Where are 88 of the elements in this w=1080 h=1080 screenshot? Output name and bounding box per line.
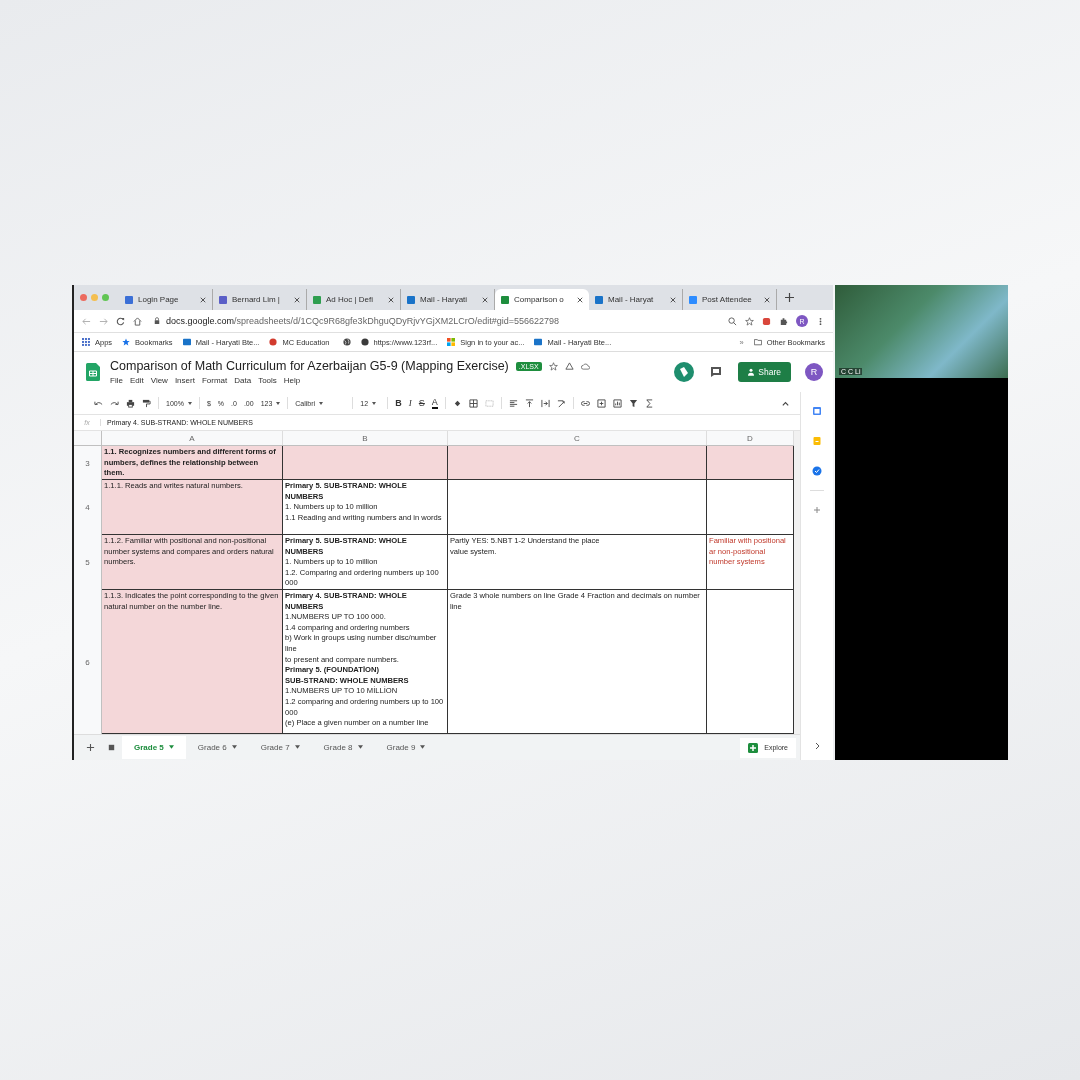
globe-icon[interactable]: [342, 338, 351, 346]
text-color-button[interactable]: A: [431, 397, 438, 409]
borders-icon[interactable]: [468, 398, 478, 408]
column-header[interactable]: B: [283, 431, 448, 445]
align-icon[interactable]: [508, 398, 518, 408]
row-header[interactable]: 5: [74, 535, 102, 590]
lock-icon: [154, 317, 160, 325]
site-icon: [182, 338, 191, 346]
sheet-tab[interactable]: Grade 8: [311, 736, 375, 759]
reload-icon[interactable]: [116, 316, 125, 326]
explore-icon: [748, 742, 759, 753]
print-icon[interactable]: [126, 398, 135, 408]
column-header[interactable]: D: [707, 431, 794, 445]
bold-button[interactable]: B: [395, 398, 402, 408]
caret-icon[interactable]: [420, 745, 426, 749]
close-icon[interactable]: [482, 296, 488, 303]
menu-item[interactable]: Edit: [129, 376, 144, 385]
filter-icon[interactable]: [628, 398, 638, 408]
paint-format-icon[interactable]: [142, 398, 151, 408]
caret-icon[interactable]: [231, 745, 237, 749]
italic-button[interactable]: I: [408, 398, 412, 408]
sum-icon[interactable]: [644, 398, 654, 408]
chart-icon[interactable]: [612, 398, 622, 408]
browser-tab[interactable]: Comparison o: [495, 289, 589, 310]
close-icon[interactable]: [200, 296, 206, 303]
menu-item[interactable]: File: [110, 376, 123, 385]
star-icon: [122, 338, 131, 346]
extension-icon[interactable]: [762, 316, 771, 326]
sheet-tab[interactable]: Grade 6: [185, 736, 249, 759]
search-icon[interactable]: [728, 316, 737, 326]
caret-icon[interactable]: [294, 745, 300, 749]
sheets-logo-icon[interactable]: [86, 363, 100, 381]
add-sheet-icon[interactable]: [86, 743, 95, 752]
site-icon: [360, 338, 369, 346]
column-header[interactable]: A: [102, 431, 283, 445]
site-icon: [447, 338, 456, 346]
rotate-icon[interactable]: [556, 398, 566, 408]
tasks-icon[interactable]: [812, 466, 822, 476]
row-header[interactable]: 6: [74, 590, 102, 734]
close-icon[interactable]: [294, 296, 300, 303]
vertical-align-icon[interactable]: [524, 398, 534, 408]
home-icon[interactable]: [133, 316, 142, 326]
sheet-list-icon[interactable]: [107, 743, 116, 752]
close-icon[interactable]: [670, 296, 676, 303]
sheet-tab[interactable]: Grade 9: [374, 736, 438, 759]
puzzle-icon[interactable]: [779, 316, 788, 326]
site-icon: [269, 338, 278, 346]
comment-icon[interactable]: [596, 398, 606, 408]
column-header[interactable]: C: [448, 431, 707, 445]
strikethrough-button[interactable]: S: [418, 398, 425, 408]
star-icon[interactable]: [745, 316, 754, 326]
browser-tab[interactable]: Login Page: [119, 289, 213, 310]
account-avatar[interactable]: R: [805, 363, 823, 381]
cloud-icon[interactable]: [580, 361, 590, 371]
row-header[interactable]: 3: [74, 446, 102, 480]
caret-icon[interactable]: [168, 745, 174, 749]
browser-tab[interactable]: Post Attendee: [683, 289, 777, 310]
sheet-tab[interactable]: Grade 7: [248, 736, 312, 759]
close-icon[interactable]: [764, 296, 770, 303]
menu-item[interactable]: Tools: [258, 376, 277, 385]
document-title[interactable]: Comparison of Math Curriculum for Azerbaijan G5-9 (Mapping Exercise): [110, 359, 509, 373]
close-icon[interactable]: [577, 296, 583, 303]
menu-item[interactable]: Help: [283, 376, 301, 385]
browser-tab[interactable]: Bernard Lim |: [213, 289, 307, 310]
folder-icon: [753, 338, 762, 346]
browser-tab[interactable]: Mail - Haryat: [589, 289, 683, 310]
meet-icon[interactable]: [674, 362, 695, 382]
menu-item[interactable]: Format: [201, 376, 228, 385]
grid-icon: [82, 338, 90, 346]
caret-icon[interactable]: [357, 745, 363, 749]
row-header[interactable]: 4: [74, 480, 102, 535]
address-field[interactable]: docs.google.com/spreadsheets/d/1CQc9R68gfe3kDhguQDyRjvYGjXM2LCrO/edit#gid=556622798: [150, 314, 720, 328]
calendar-icon[interactable]: [812, 406, 822, 416]
browser-tab[interactable]: Ad Hoc | Defi: [307, 289, 401, 310]
person-icon: [748, 368, 755, 376]
menu-item[interactable]: Data: [234, 376, 252, 385]
site-icon: [534, 338, 543, 346]
comment-icon[interactable]: [710, 366, 723, 378]
new-tab-icon[interactable]: [785, 293, 794, 302]
menu-item[interactable]: View: [150, 376, 168, 385]
menu-item[interactable]: Insert: [174, 376, 195, 385]
link-icon[interactable]: [580, 398, 590, 408]
wrap-icon[interactable]: [540, 398, 550, 408]
share-button[interactable]: Share: [738, 362, 791, 382]
star-icon[interactable]: [548, 361, 558, 371]
sheet-tab[interactable]: Grade 5: [122, 736, 186, 759]
fill-color-icon[interactable]: [452, 398, 462, 408]
close-icon[interactable]: [388, 296, 394, 303]
